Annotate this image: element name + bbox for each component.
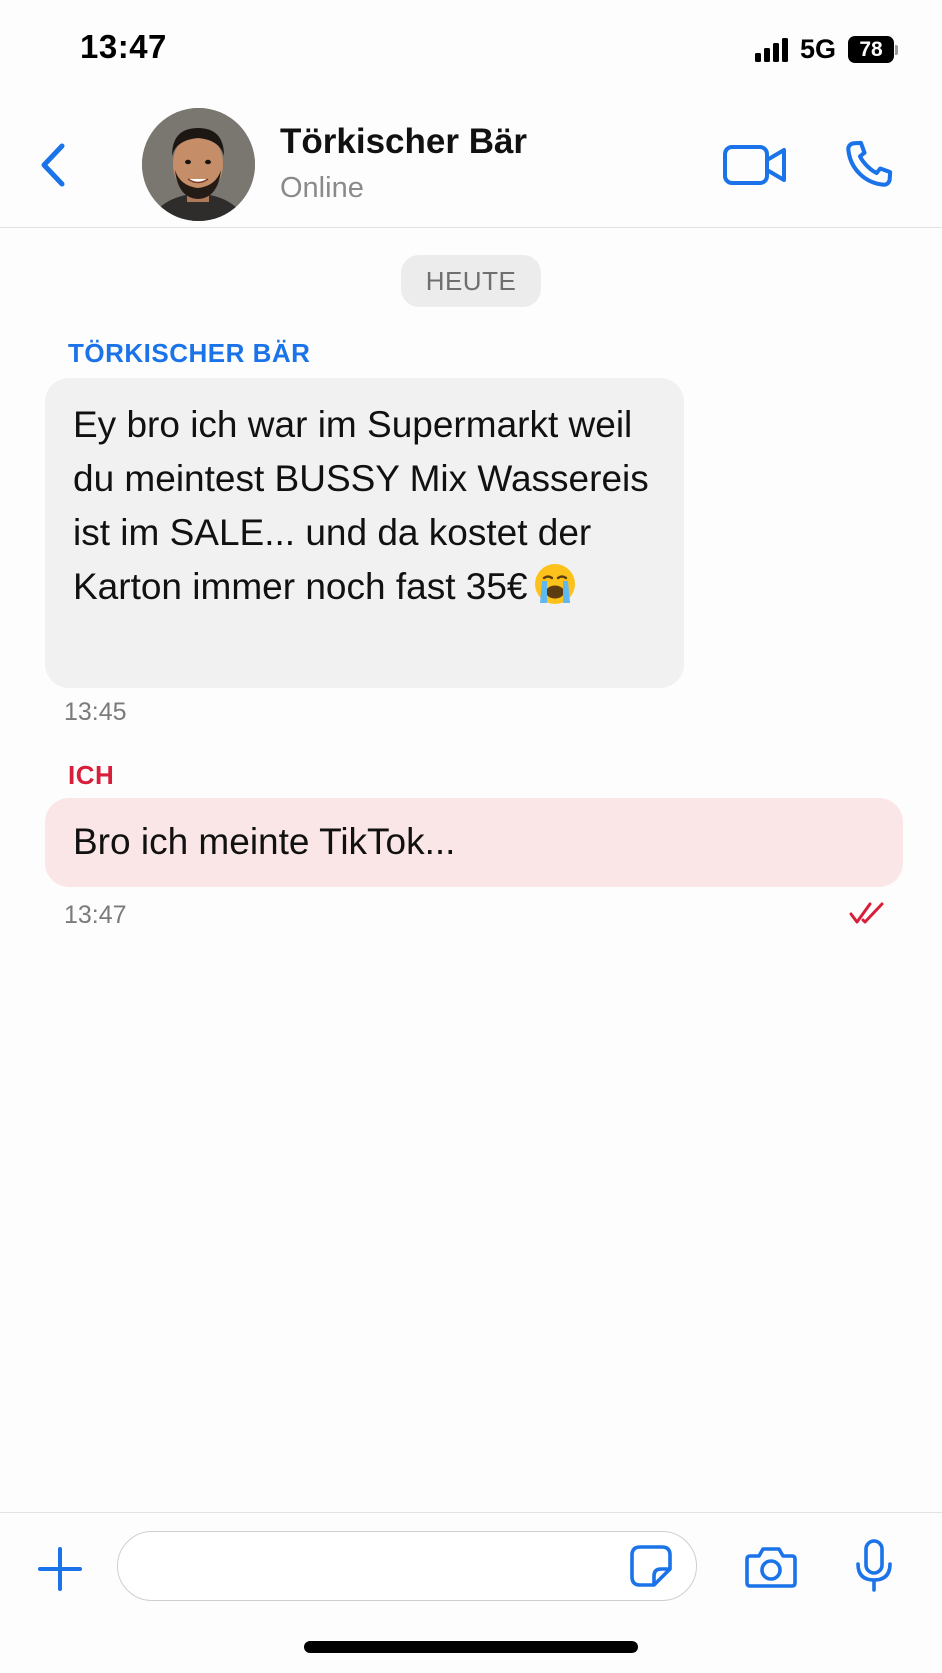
date-separator: HEUTE <box>401 255 541 307</box>
avatar-image <box>142 108 255 221</box>
message-bubble-outgoing[interactable]: Bro ich meinte TikTok... <box>45 798 903 887</box>
status-bar: 13:47 5G 78 <box>0 0 942 100</box>
message-input[interactable] <box>117 1531 697 1601</box>
battery-cap <box>895 44 898 55</box>
message-timestamp: 13:47 <box>64 901 127 929</box>
chevron-left-icon <box>41 143 65 187</box>
back-button[interactable] <box>36 140 72 190</box>
avatar[interactable] <box>142 108 255 221</box>
message-text: Bro ich meinte TikTok... <box>73 821 456 862</box>
video-camera-icon <box>723 145 786 185</box>
plus-icon <box>38 1547 82 1591</box>
status-indicators: 5G 78 <box>754 34 898 65</box>
battery-indicator: 78 <box>844 36 898 63</box>
crying-face-emoji <box>532 561 578 622</box>
camera-button[interactable] <box>744 1543 798 1591</box>
sender-name-outgoing: ICH <box>68 760 115 790</box>
sender-name-incoming: TÖRKISCHER BÄR <box>68 338 311 368</box>
camera-icon <box>745 1547 797 1588</box>
attach-button[interactable] <box>36 1545 84 1593</box>
microphone-icon <box>856 1539 892 1592</box>
voice-call-button[interactable] <box>842 137 896 191</box>
message-bubble-incoming[interactable]: Ey bro ich war im Supermarkt weil du mei… <box>45 378 684 688</box>
chat-header: Törkischer Bär Online <box>0 100 942 228</box>
contact-name[interactable]: Törkischer Bär <box>280 122 527 162</box>
home-indicator[interactable] <box>304 1641 638 1653</box>
microphone-button[interactable] <box>854 1538 894 1594</box>
status-time: 13:47 <box>80 28 167 65</box>
battery-icon: 78 <box>848 36 894 63</box>
phone-icon <box>846 140 893 187</box>
signal-icon <box>754 37 788 62</box>
network-type: 5G <box>799 34 836 64</box>
sticker-icon <box>630 1545 672 1587</box>
sticker-button[interactable] <box>628 1543 674 1589</box>
contact-status: Online <box>280 172 364 204</box>
double-check-icon <box>848 900 888 926</box>
video-call-button[interactable] <box>722 142 788 188</box>
message-timestamp: 13:45 <box>64 698 127 726</box>
